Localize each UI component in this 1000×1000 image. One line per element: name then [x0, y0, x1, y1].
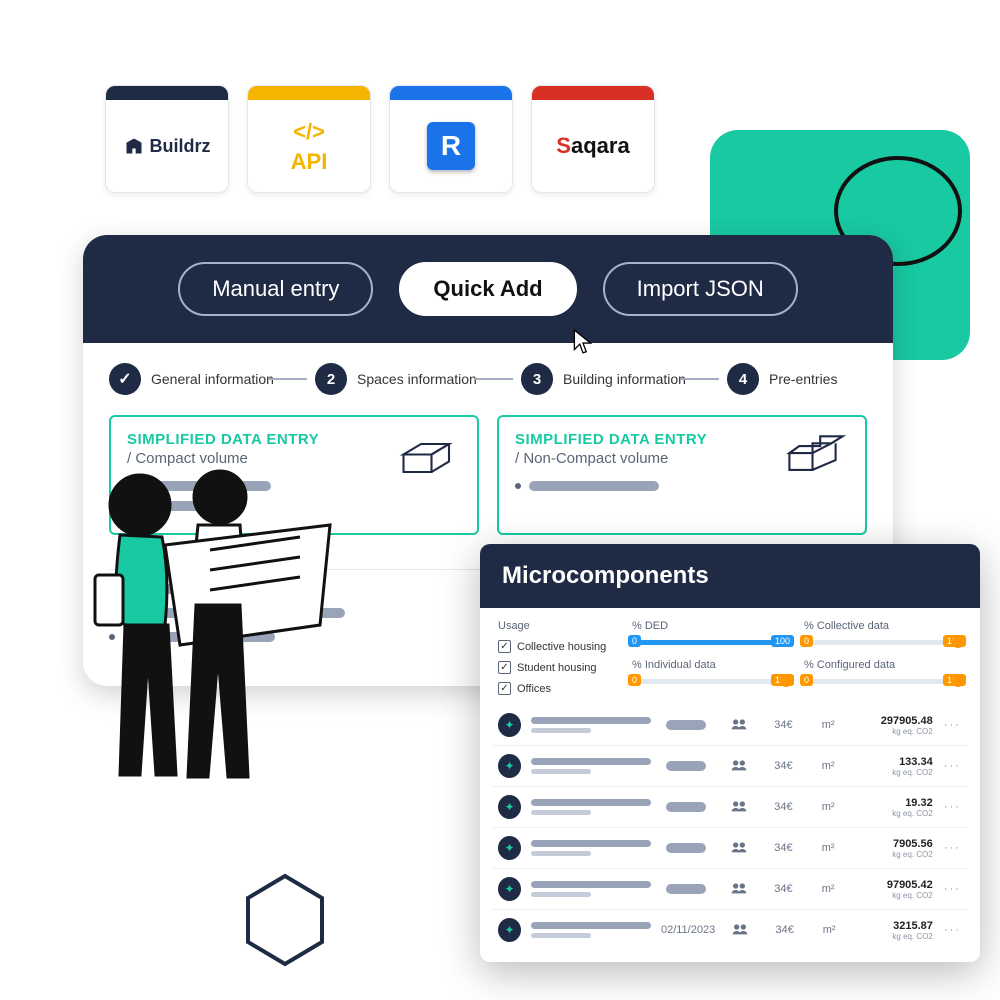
item-value-unit: kg eq. CO2: [856, 850, 933, 859]
slider-configured-label: % Configured data: [804, 659, 962, 671]
list-item[interactable]: ✦ 34€ m² 7905.56kg eq. CO2 ···: [492, 827, 968, 868]
item-price: 34€: [766, 883, 801, 895]
api-label: API: [291, 151, 328, 173]
step-pre-entries[interactable]: 4 Pre-entries: [727, 363, 837, 395]
step-spaces[interactable]: 2 Spaces information: [315, 363, 467, 395]
item-price: 34€: [767, 924, 801, 936]
item-price: 34€: [766, 801, 801, 813]
step-general[interactable]: ✓ General information: [109, 363, 261, 395]
step-building[interactable]: 3 Building information: [521, 363, 673, 395]
item-price: 34€: [766, 842, 801, 854]
l-box-icon: [781, 431, 851, 485]
item-avatar-icon: ✦: [498, 795, 521, 819]
item-avatar-icon: ✦: [498, 754, 521, 778]
item-value: 97905.42: [856, 879, 933, 891]
users-icon: [723, 923, 757, 938]
buildrz-label: Buildrz: [150, 136, 211, 157]
hexagon-icon: [240, 870, 330, 970]
slider-individual[interactable]: 0100: [632, 679, 790, 684]
microcomponents-list: ✦34€m²297905.48kg eq. CO2···✦34€m²133.34…: [480, 701, 980, 962]
list-item[interactable]: ✦ 02/11/2023 34€ m² 3215.87kg eq. CO2 ···: [492, 909, 968, 950]
list-item[interactable]: ✦ 34€ m² 19.32kg eq. CO2 ···: [492, 786, 968, 827]
item-value: 19.32: [856, 797, 933, 809]
item-avatar-icon: ✦: [498, 877, 521, 901]
item-date: [661, 802, 711, 812]
item-value-unit: kg eq. CO2: [856, 809, 933, 818]
slider-collective-label: % Collective data: [804, 620, 962, 632]
more-icon[interactable]: ···: [943, 719, 962, 731]
item-unit: m²: [811, 842, 846, 854]
panel-title: Microcomponents: [480, 544, 980, 608]
more-icon[interactable]: ···: [943, 924, 962, 936]
tab-import-json[interactable]: Import JSON: [603, 262, 798, 316]
item-unit: m²: [811, 760, 846, 772]
item-unit: m²: [811, 801, 846, 813]
progress-stepper: ✓ General information 2 Spaces informati…: [83, 343, 893, 415]
users-icon: [721, 841, 756, 856]
item-value: 3215.87: [856, 920, 933, 932]
item-value-unit: kg eq. CO2: [856, 932, 933, 941]
tab-quick-add[interactable]: Quick Add: [399, 262, 576, 316]
item-avatar-icon: ✦: [498, 918, 521, 942]
item-avatar-icon: ✦: [498, 836, 521, 860]
item-date: [661, 720, 711, 730]
item-price: 34€: [766, 719, 801, 731]
slider-configured[interactable]: 0100: [804, 679, 962, 684]
integration-api[interactable]: </> API: [247, 85, 371, 193]
checkbox-collective-housing[interactable]: ✓Collective housing: [498, 640, 618, 653]
item-value: 7905.56: [856, 838, 933, 850]
item-unit: m²: [811, 719, 846, 731]
slider-ded[interactable]: 0100: [632, 640, 790, 645]
slider-collective[interactable]: 0100: [804, 640, 962, 645]
item-value-unit: kg eq. CO2: [856, 891, 933, 900]
more-icon[interactable]: ···: [943, 842, 962, 854]
item-date: 02/11/2023: [661, 924, 713, 936]
card-non-compact-volume[interactable]: SIMPLIFIED DATA ENTRY / Non-Compact volu…: [497, 415, 867, 535]
usage-label: Usage: [498, 620, 618, 632]
step-badge-done: ✓: [109, 363, 141, 395]
users-icon: [721, 759, 756, 774]
tab-manual-entry[interactable]: Manual entry: [178, 262, 373, 316]
item-value: 297905.48: [856, 715, 933, 727]
item-value: 133.34: [856, 756, 933, 768]
slider-ded-label: % DED: [632, 620, 790, 632]
box-icon: [393, 431, 463, 485]
item-date: [661, 843, 711, 853]
item-avatar-icon: ✦: [498, 713, 521, 737]
list-item[interactable]: ✦ 34€ m² 133.34kg eq. CO2 ···: [492, 745, 968, 786]
list-item[interactable]: ✦ 34€ m² 97905.42kg eq. CO2 ···: [492, 868, 968, 909]
integration-cards: Buildrz </> API R Saqara: [105, 85, 655, 193]
integration-buildrz[interactable]: Buildrz: [105, 85, 229, 193]
checkbox-offices[interactable]: ✓Offices: [498, 682, 618, 695]
item-price: 34€: [766, 760, 801, 772]
more-icon[interactable]: ···: [943, 883, 962, 895]
item-date: [661, 761, 711, 771]
microcomponents-panel: Microcomponents Usage ✓Collective housin…: [480, 544, 980, 962]
integration-saqara[interactable]: Saqara: [531, 85, 655, 193]
checkbox-student-housing[interactable]: ✓Student housing: [498, 661, 618, 674]
item-value-unit: kg eq. CO2: [856, 768, 933, 777]
item-unit: m²: [811, 883, 846, 895]
people-illustration: [70, 455, 350, 785]
list-item[interactable]: ✦ 34€ m² 297905.48kg eq. CO2 ···: [492, 705, 968, 745]
item-date: [661, 884, 711, 894]
more-icon[interactable]: ···: [943, 760, 962, 772]
slider-individual-label: % Individual data: [632, 659, 790, 671]
saqara-label: Saqara: [556, 133, 629, 159]
more-icon[interactable]: ···: [943, 801, 962, 813]
buildrz-icon: [124, 136, 144, 156]
users-icon: [721, 882, 756, 897]
users-icon: [721, 800, 756, 815]
integration-revit[interactable]: R: [389, 85, 513, 193]
window-tabs: Manual entry Quick Add Import JSON: [83, 235, 893, 343]
item-value-unit: kg eq. CO2: [856, 727, 933, 736]
users-icon: [721, 718, 756, 733]
api-code-icon: </>: [293, 119, 325, 145]
revit-icon: R: [427, 122, 475, 170]
item-unit: m²: [812, 924, 846, 936]
